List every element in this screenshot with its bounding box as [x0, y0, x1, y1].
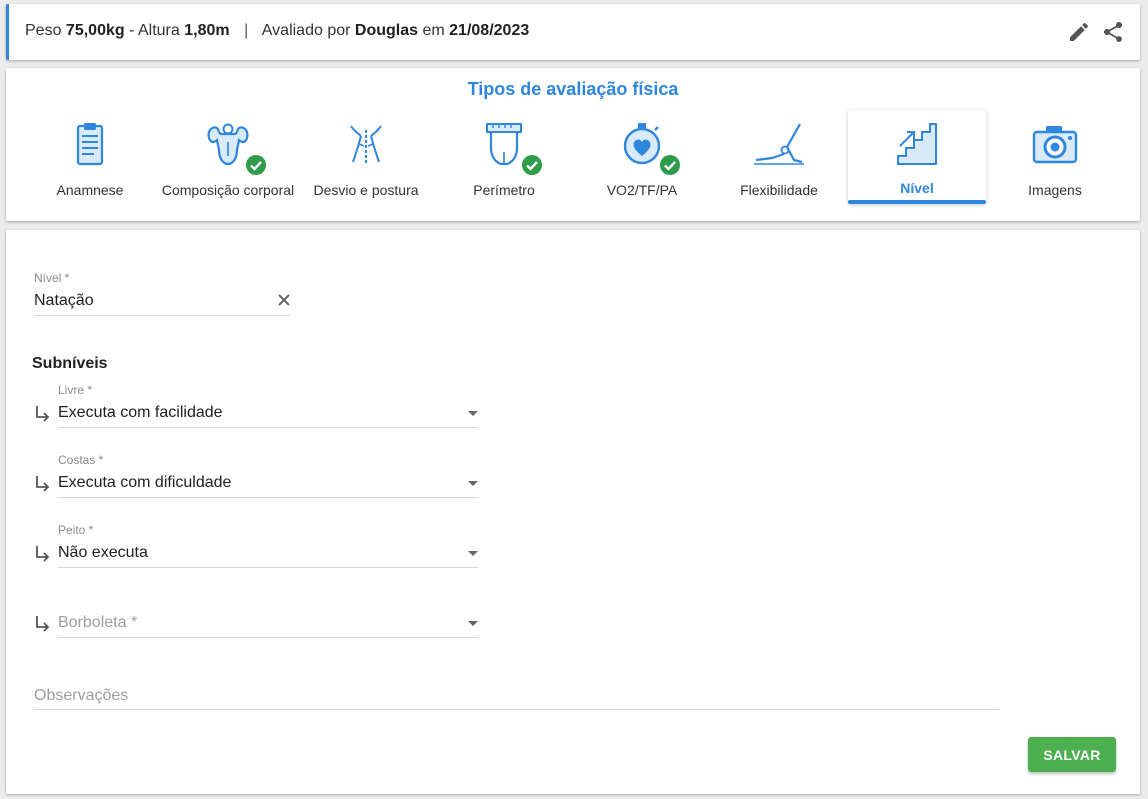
weight-value: 75,00kg: [65, 22, 125, 39]
peito-label: Peito *: [58, 523, 94, 537]
check-circle-icon: [522, 155, 542, 175]
costas-label: Costas *: [58, 453, 104, 467]
subdirectory-arrow-icon: [36, 406, 50, 422]
livre-underline: [58, 427, 478, 428]
clear-icon[interactable]: [276, 292, 292, 308]
tab-label: Anamnese: [56, 182, 124, 198]
chevron-down-icon[interactable]: [468, 551, 478, 556]
tab-perimetro[interactable]: Perímetro: [435, 110, 573, 204]
weight-label: Peso: [25, 22, 62, 39]
subdirectory-arrow-icon: [36, 616, 50, 632]
tab-flexibilidade[interactable]: Flexibilidade: [710, 110, 848, 204]
nivel-label: Nível *: [34, 271, 70, 285]
tab-anamnese[interactable]: Anamnese: [21, 110, 159, 204]
spine-posture-icon: [350, 125, 382, 164]
tab-imagens[interactable]: Imagens: [986, 110, 1124, 204]
chevron-down-icon[interactable]: [468, 411, 478, 416]
nivel-form: Nível * Natação Subníveis Livre * Execut…: [6, 230, 1140, 794]
save-button[interactable]: SALVAR: [1028, 737, 1116, 772]
evaluation-summary-bar: Peso 75,00kg - Altura 1,80m | Avaliado p…: [6, 4, 1140, 60]
date-label: em: [422, 22, 445, 39]
observacoes-underline: [34, 709, 999, 710]
camera-icon: [1032, 126, 1078, 164]
stairs-up-icon: [897, 123, 937, 165]
observacoes-input[interactable]: Observações: [34, 687, 128, 705]
livre-select[interactable]: Executa com facilidade: [58, 404, 223, 422]
tab-label: Nível: [900, 180, 934, 196]
check-circle-icon: [660, 155, 680, 175]
tab-label: Imagens: [1028, 182, 1082, 198]
borboleta-select[interactable]: Borboleta *: [58, 614, 137, 632]
tab-label: Flexibilidade: [740, 182, 818, 198]
tab-label: Perímetro: [473, 182, 535, 198]
nivel-input[interactable]: Natação: [34, 292, 94, 310]
nivel-underline: [34, 315, 291, 316]
evaluated-by-label: Avaliado por: [261, 22, 351, 39]
evaluation-date: 21/08/2023: [449, 22, 530, 39]
subdirectory-arrow-icon: [36, 476, 50, 492]
tab-label: Composição corporal: [161, 182, 295, 198]
subniveis-title: Subníveis: [32, 355, 108, 372]
peito-select[interactable]: Não executa: [58, 544, 148, 562]
evaluation-summary: Peso 75,00kg - Altura 1,80m | Avaliado p…: [25, 22, 529, 40]
tab-vo2-tf-pa[interactable]: VO2/TF/PA: [573, 110, 711, 204]
peito-underline: [58, 567, 478, 568]
clipboard-icon: [76, 123, 104, 166]
types-title: Tipos de avaliação física: [467, 79, 679, 99]
check-circle-icon: [246, 155, 266, 175]
height-value: 1,80m: [184, 22, 230, 39]
tab-label: Desvio e postura: [313, 182, 419, 198]
height-label: - Altura: [129, 22, 180, 39]
tab-composicao-corporal[interactable]: Composição corporal: [159, 110, 297, 204]
pencil-icon[interactable]: [1067, 20, 1091, 44]
stretching-person-icon: [754, 123, 804, 165]
tab-nivel[interactable]: Nível: [848, 110, 986, 204]
costas-underline: [58, 497, 478, 498]
borboleta-underline: [58, 637, 478, 638]
subdirectory-arrow-icon: [36, 546, 50, 562]
livre-label: Livre *: [58, 383, 93, 397]
evaluator-name: Douglas: [354, 22, 419, 39]
chevron-down-icon[interactable]: [468, 621, 478, 626]
separator: |: [244, 22, 249, 39]
evaluation-types-panel: Tipos de avaliação física Anamnese Compo…: [6, 68, 1140, 221]
tab-desvio-postura[interactable]: Desvio e postura: [297, 110, 435, 204]
tab-label: VO2/TF/PA: [606, 182, 678, 198]
chevron-down-icon[interactable]: [468, 481, 478, 486]
share-icon[interactable]: [1101, 20, 1125, 44]
costas-select[interactable]: Executa com dificuldade: [58, 474, 231, 492]
